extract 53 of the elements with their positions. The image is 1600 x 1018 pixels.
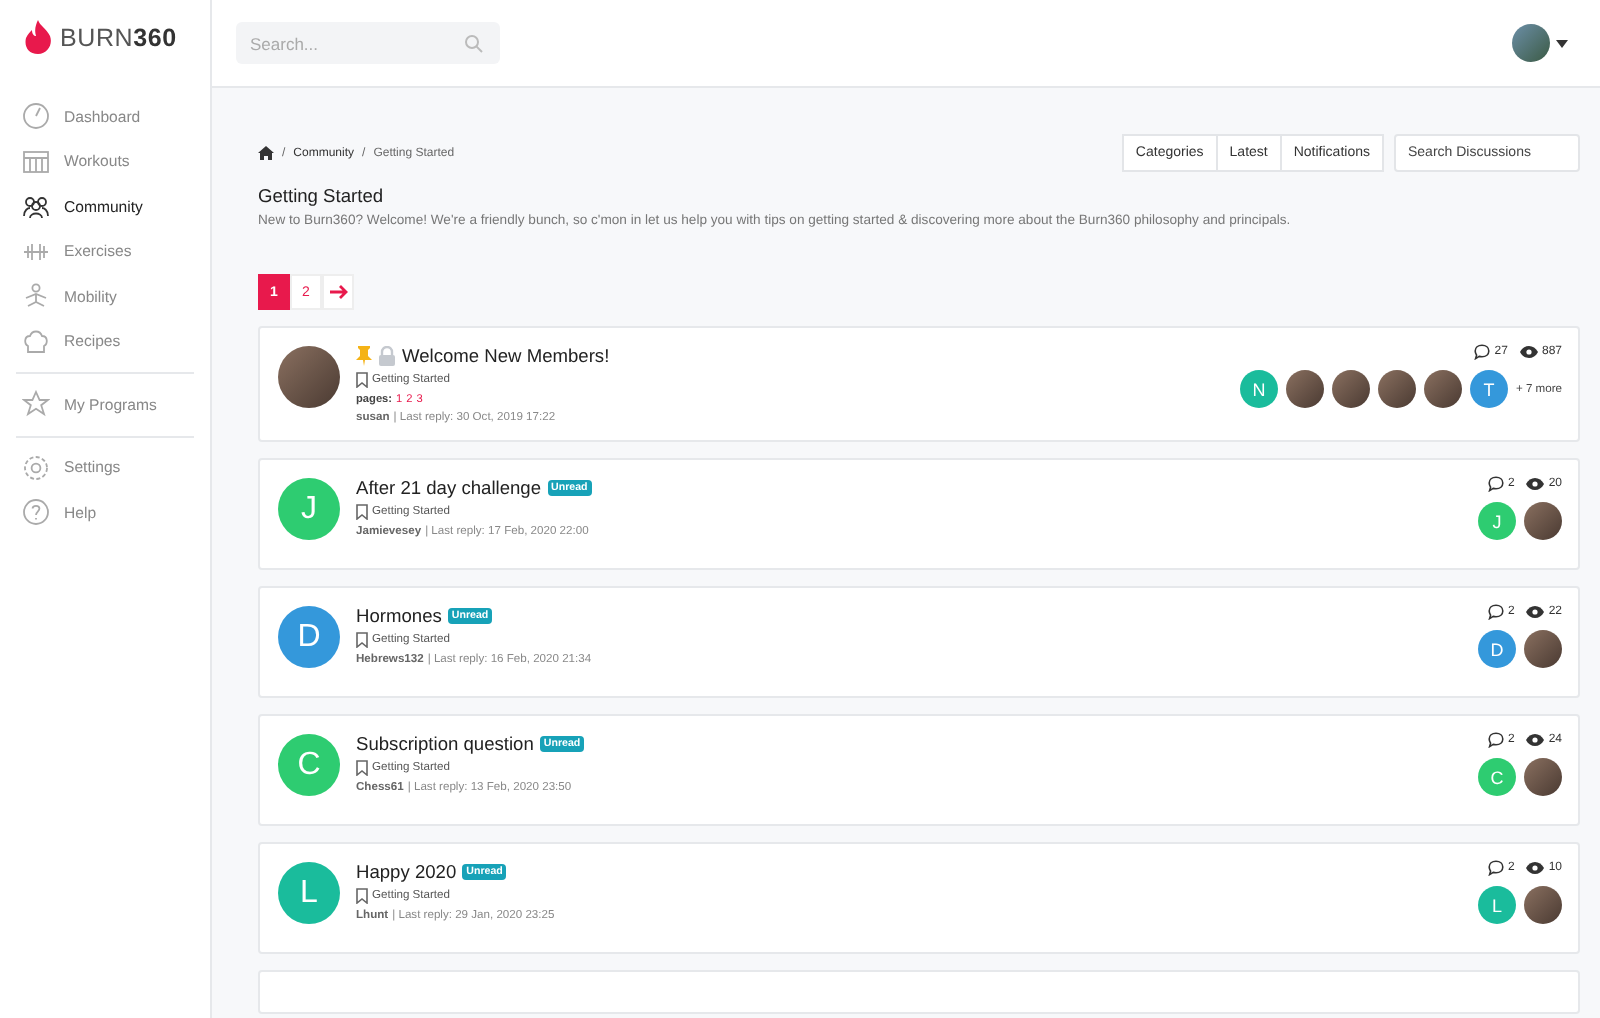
topic-title[interactable]: Subscription question bbox=[356, 734, 534, 754]
comment-icon bbox=[1487, 860, 1504, 876]
home-icon[interactable] bbox=[258, 146, 274, 160]
topic-title[interactable]: Happy 2020 bbox=[356, 862, 457, 882]
bookmark-icon bbox=[356, 760, 368, 776]
sidebar-icon bbox=[22, 498, 50, 527]
eye-icon bbox=[1526, 734, 1545, 746]
sidebar-icon bbox=[22, 282, 50, 311]
author-avatar: J bbox=[278, 478, 340, 540]
author-avatar: C bbox=[278, 734, 340, 796]
participant-avatar-photo[interactable] bbox=[1377, 370, 1416, 408]
bookmark-icon bbox=[356, 632, 368, 648]
eye-icon bbox=[1519, 346, 1538, 358]
sidebar-icon bbox=[22, 102, 50, 131]
search-icon bbox=[464, 34, 484, 54]
brand-name: BURN360 bbox=[60, 23, 177, 51]
participant-avatar-photo[interactable] bbox=[1524, 886, 1562, 924]
category-title: Getting Started bbox=[258, 186, 386, 206]
participant-avatar[interactable]: D bbox=[1478, 630, 1516, 668]
caret-icon[interactable] bbox=[1556, 39, 1568, 47]
participant-avatar-photo[interactable] bbox=[1423, 370, 1462, 408]
topic-title[interactable]: Welcome New Members! bbox=[402, 346, 610, 366]
comment-icon bbox=[1487, 604, 1504, 620]
comment-icon bbox=[1487, 476, 1504, 492]
eye-icon bbox=[1526, 478, 1545, 490]
participant-avatar-photo[interactable] bbox=[1331, 370, 1370, 408]
sidebar-icon bbox=[22, 327, 50, 356]
bookmark-icon bbox=[356, 888, 368, 904]
participant-avatar[interactable]: T bbox=[1469, 370, 1508, 408]
sidebar-icon bbox=[22, 192, 50, 221]
eye-icon bbox=[1526, 862, 1545, 874]
flame-logo-icon bbox=[24, 20, 52, 54]
search-field[interactable]: Search... bbox=[236, 22, 500, 64]
sidebar-icon bbox=[22, 453, 50, 482]
author-avatar: L bbox=[278, 862, 340, 924]
bookmark-icon bbox=[356, 504, 368, 520]
arrow-icon bbox=[329, 284, 347, 300]
comment-icon bbox=[1487, 732, 1504, 748]
topic-title[interactable]: Hormones bbox=[356, 606, 442, 626]
participant-avatar-photo[interactable] bbox=[1285, 370, 1324, 408]
next-page-button[interactable] bbox=[322, 274, 354, 310]
author-avatar-photo bbox=[278, 346, 340, 408]
topic-title[interactable]: After 21 day challenge bbox=[356, 478, 542, 498]
comment-icon bbox=[1474, 344, 1491, 360]
participant-avatar-photo[interactable] bbox=[1524, 758, 1562, 796]
sidebar-icon bbox=[22, 147, 50, 176]
bookmark-icon bbox=[356, 372, 368, 388]
eye-icon bbox=[1526, 606, 1545, 618]
author-avatar: D bbox=[278, 606, 340, 668]
user-avatar[interactable] bbox=[1512, 24, 1550, 62]
participant-avatar-photo[interactable] bbox=[1524, 502, 1562, 540]
participant-avatar-photo[interactable] bbox=[1524, 630, 1562, 668]
sidebar-icon bbox=[22, 390, 50, 419]
